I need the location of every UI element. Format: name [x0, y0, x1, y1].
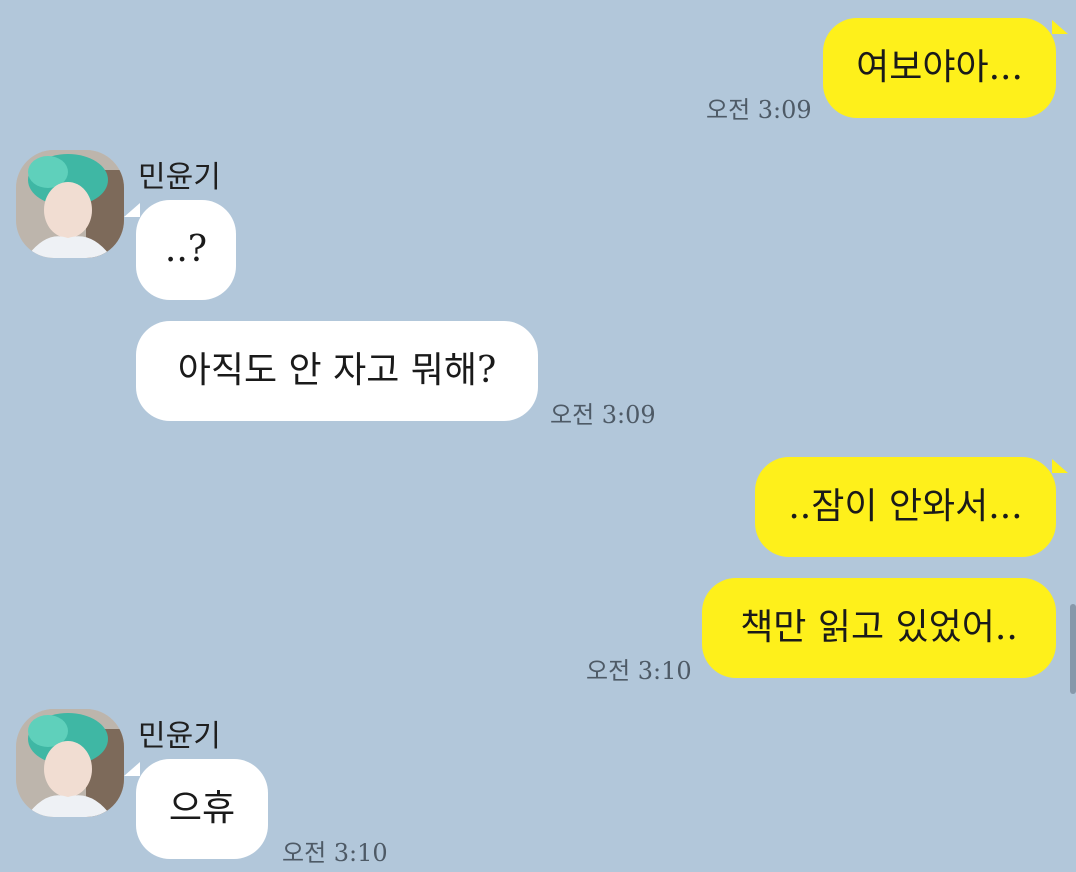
bubble-tail — [1052, 459, 1068, 473]
avatar-photo — [16, 709, 124, 817]
message-text: 책만 읽고 있었어.. — [740, 607, 1018, 648]
bubble-tail — [124, 762, 140, 776]
contact-avatar[interactable] — [16, 150, 124, 258]
message-time: 오전 3:10 — [586, 657, 692, 685]
message-text: ..? — [164, 229, 208, 270]
contact-name: 민윤기 — [138, 719, 221, 754]
message-bubble-outgoing[interactable]: ..잠이 안와서... — [755, 457, 1056, 557]
message-bubble-incoming[interactable]: 으휴 — [136, 759, 268, 859]
bubble-tail — [124, 203, 140, 217]
avatar-photo — [16, 150, 124, 258]
scrollbar[interactable] — [1070, 604, 1076, 694]
message-time: 오전 3:09 — [706, 96, 812, 124]
message-bubble-incoming[interactable]: ..? — [136, 200, 236, 300]
message-bubble-incoming[interactable]: 아직도 안 자고 뭐해? — [136, 321, 538, 421]
message-text: 으휴 — [168, 788, 236, 829]
message-text: ..잠이 안와서... — [788, 486, 1023, 527]
contact-name: 민윤기 — [138, 160, 221, 195]
message-time: 오전 3:10 — [282, 839, 388, 867]
message-bubble-outgoing[interactable]: 책만 읽고 있었어.. — [702, 578, 1056, 678]
contact-avatar[interactable] — [16, 709, 124, 817]
bubble-tail — [1052, 20, 1068, 34]
message-time: 오전 3:09 — [550, 401, 656, 429]
message-bubble-outgoing[interactable]: 여보야아... — [823, 18, 1056, 118]
message-text: 아직도 안 자고 뭐해? — [177, 350, 497, 391]
message-text: 여보야아... — [856, 47, 1023, 88]
